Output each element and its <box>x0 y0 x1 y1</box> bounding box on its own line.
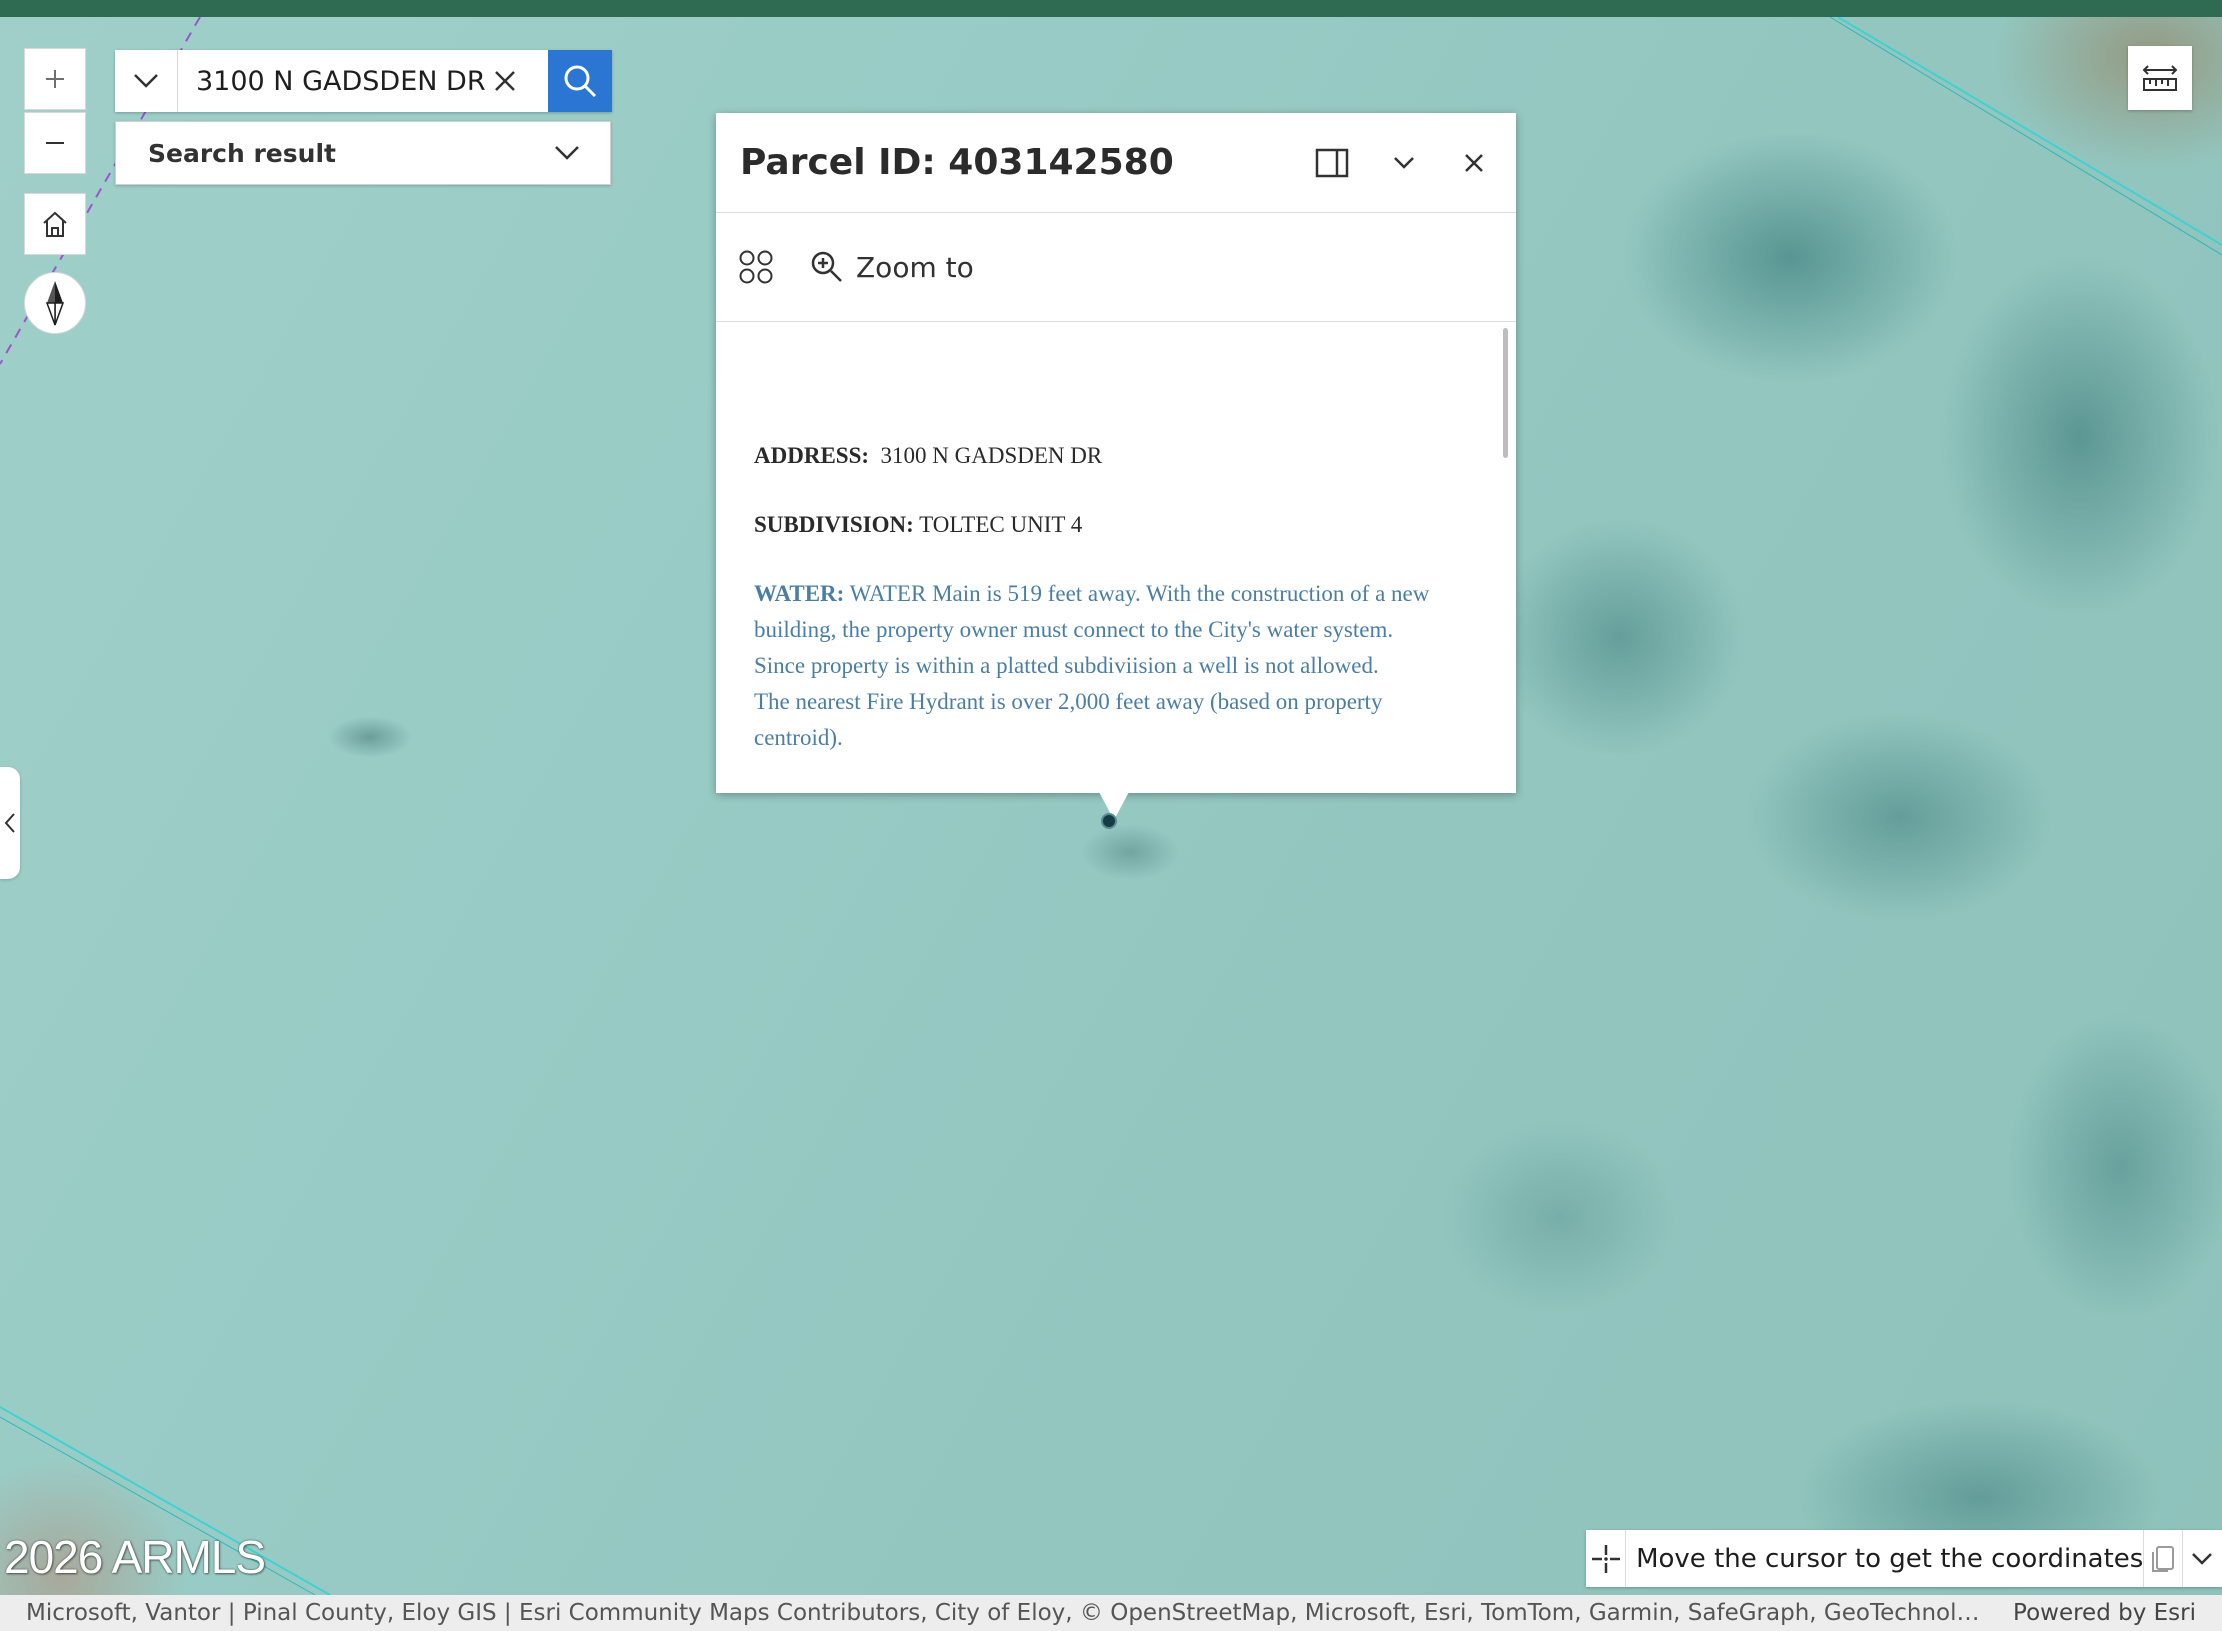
coordinate-widget: Move the cursor to get the coordinates <box>1586 1530 2222 1587</box>
compass-icon <box>45 281 65 326</box>
water-label: WATER: <box>754 581 845 606</box>
water-line-3: Since property is within a platted subdi… <box>754 653 1379 678</box>
measure-button[interactable] <box>2128 46 2192 110</box>
zoom-to-label: Zoom to <box>856 250 974 284</box>
home-button[interactable] <box>24 193 86 255</box>
plus-icon <box>46 70 64 88</box>
attribution-bar[interactable]: Microsoft, Vantor | Pinal County, Eloy G… <box>0 1595 2222 1631</box>
attribution-text[interactable]: Microsoft, Vantor | Pinal County, Eloy G… <box>26 1600 1986 1626</box>
chevron-left-icon <box>4 813 15 833</box>
zoom-out-button[interactable] <box>24 112 86 174</box>
search-submit-button[interactable] <box>548 50 612 112</box>
popup-title: Parcel ID: 403142580 <box>740 142 1174 183</box>
search-source-dropdown[interactable] <box>115 50 178 112</box>
copy-coordinates-button[interactable] <box>2143 1530 2182 1587</box>
subdivision-row: SUBDIVISION: TOLTEC UNIT 4 <box>754 507 1082 543</box>
water-info: WATER: WATER Main is 519 feet away. With… <box>754 576 1494 756</box>
water-line-1: WATER Main is 519 feet away. With the co… <box>849 581 1430 606</box>
close-icon <box>1465 154 1483 172</box>
zoom-in-button[interactable] <box>24 48 86 110</box>
minus-icon <box>46 142 64 144</box>
search-result-dropdown[interactable]: Search result <box>115 121 611 185</box>
side-panel-toggle[interactable] <box>0 767 20 879</box>
address-value: 3100 N GADSDEN DR <box>880 443 1103 468</box>
location-marker[interactable] <box>1101 813 1117 829</box>
top-header-bar <box>0 0 2222 17</box>
search-clear-button[interactable] <box>487 63 523 99</box>
zoom-to-button[interactable]: Zoom to <box>810 250 974 284</box>
address-label: ADDRESS: <box>754 443 870 468</box>
chevron-down-icon <box>134 74 158 88</box>
popup-scrollbar[interactable] <box>1503 328 1508 458</box>
subdivision-label: SUBDIVISION: <box>754 512 914 537</box>
chevron-down-icon <box>555 146 579 160</box>
coordinate-options-button[interactable] <box>2181 1530 2222 1587</box>
close-icon <box>495 71 515 91</box>
popup-actions: Zoom to <box>716 213 1516 322</box>
chevron-down-icon <box>1394 157 1414 169</box>
collapse-button[interactable] <box>1382 141 1426 185</box>
home-icon <box>43 211 67 237</box>
search-result-label: Search result <box>148 138 336 168</box>
copyright-watermark: 2026 ARMLS <box>4 1531 266 1583</box>
coordinate-readout: Move the cursor to get the coordinates <box>1636 1543 2144 1574</box>
water-line-5: centroid). <box>754 725 843 750</box>
zoom-in-magnifier-icon <box>811 251 842 282</box>
four-circles-icon <box>739 250 773 284</box>
popup-header: Parcel ID: 403142580 <box>716 113 1516 213</box>
subdivision-value: TOLTEC UNIT 4 <box>919 512 1083 537</box>
popup-content[interactable]: ADDRESS: 3100 N GADSDEN DR SUBDIVISION: … <box>716 322 1516 794</box>
parcel-popup: Parcel ID: 403142580 Zoom to ADDRESS: 31… <box>716 113 1516 793</box>
features-menu-button[interactable] <box>738 249 774 285</box>
close-popup-button[interactable] <box>1452 141 1496 185</box>
coordinate-mode-button[interactable] <box>1586 1530 1627 1587</box>
search-icon <box>564 65 597 98</box>
crosshair-icon <box>1591 1544 1620 1573</box>
address-row: ADDRESS: 3100 N GADSDEN DR <box>754 438 1102 474</box>
copy-icon <box>2152 1545 2175 1572</box>
compass-button[interactable] <box>24 272 86 334</box>
measure-icon <box>2142 65 2178 91</box>
chevron-down-icon <box>2192 1552 2213 1565</box>
dock-panel-icon <box>1315 148 1349 178</box>
powered-by-esri-link[interactable]: Powered by Esri <box>2013 1600 2196 1626</box>
water-line-2: building, the property owner must connec… <box>754 617 1394 642</box>
water-line-4: The nearest Fire Hydrant is over 2,000 f… <box>754 689 1383 714</box>
dock-button[interactable] <box>1310 141 1354 185</box>
search-widget <box>115 50 612 112</box>
